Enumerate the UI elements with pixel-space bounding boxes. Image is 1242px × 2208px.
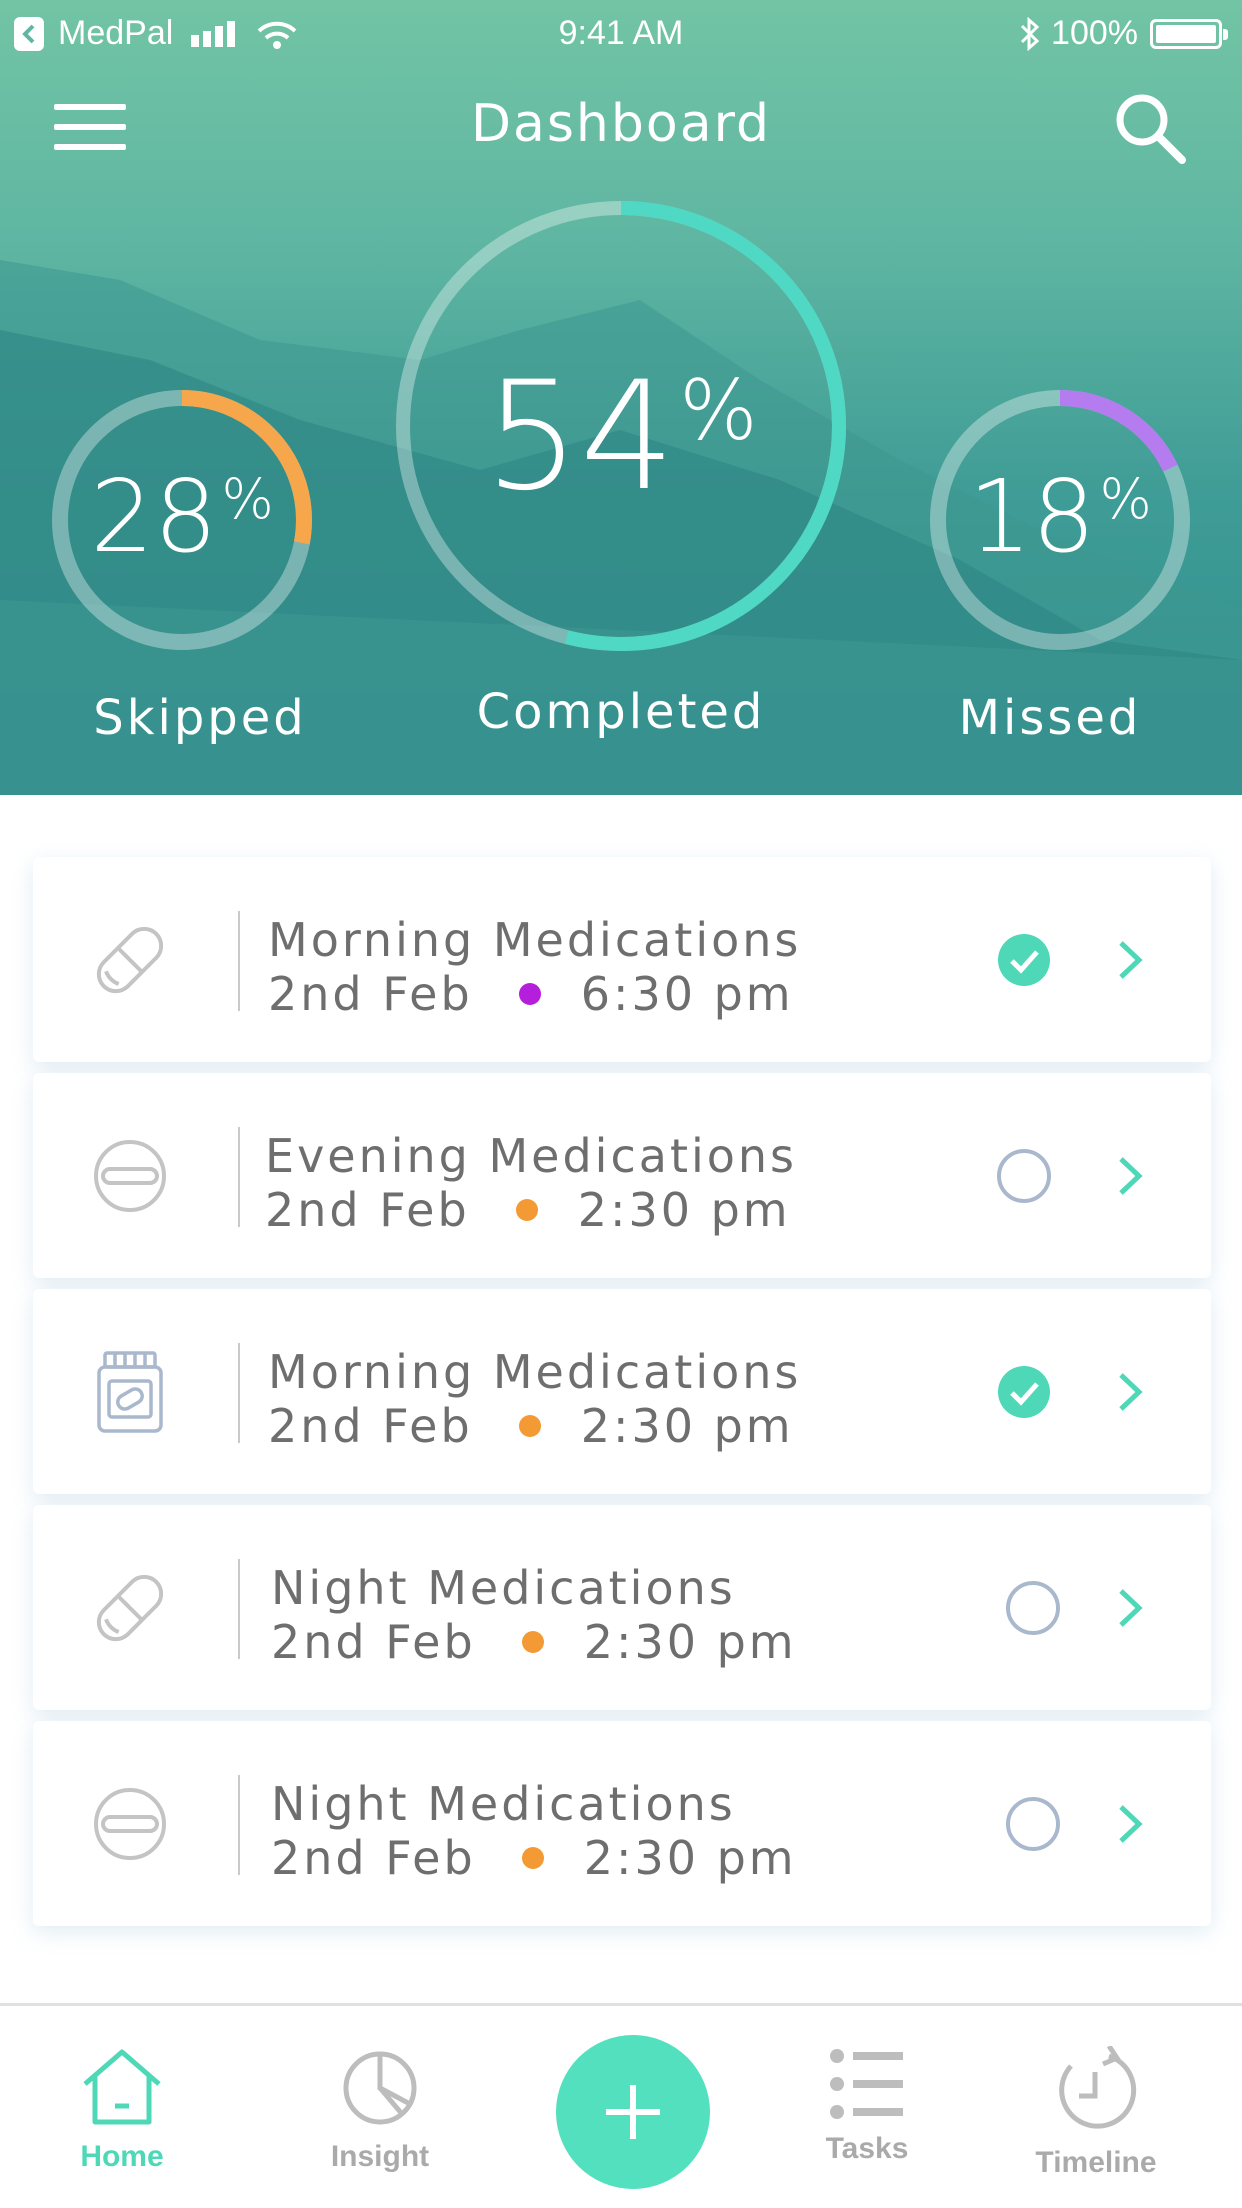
medication-title: Morning Medications	[268, 913, 802, 967]
medication-card[interactable]: Night Medications 2nd Feb 2:30 pm	[33, 1505, 1211, 1710]
missed-stat-ring[interactable]: 18%	[928, 388, 1192, 652]
tab-timeline[interactable]: Timeline	[1016, 2046, 1176, 2180]
completed-label: Completed	[476, 684, 766, 740]
dashboard-header: MedPal 9:41 AM 100% Dashboard 28% Skippe…	[0, 0, 1242, 795]
tab-insight-label: Insight	[330, 2140, 430, 2173]
medication-title: Night Medications	[271, 1561, 736, 1615]
completed-stat-ring[interactable]: 54%	[395, 200, 847, 652]
tab-tasks-label: Tasks	[825, 2132, 909, 2165]
schedule-dot	[515, 1199, 538, 1221]
skipped-percent: 28%	[90, 458, 274, 575]
add-medication-button[interactable]	[556, 2035, 710, 2189]
tab-insight[interactable]: Insight	[300, 2046, 460, 2174]
medication-title: Evening Medications	[265, 1129, 798, 1183]
completed-check-icon[interactable]	[996, 1364, 1052, 1420]
medication-date: 2nd Feb	[268, 967, 473, 1021]
tablet-icon	[94, 1788, 166, 1860]
plus-icon	[606, 2085, 660, 2139]
medication-card[interactable]: Morning Medications 2nd Feb 6:30 pm	[33, 857, 1211, 1062]
chevron-right-icon[interactable]	[1113, 1369, 1149, 1415]
nav-bar: Dashboard	[0, 80, 1242, 170]
tablet-icon	[94, 1140, 166, 1212]
bluetooth-icon	[1020, 16, 1040, 51]
medication-time: 2:30 pm	[577, 1183, 791, 1237]
home-icon	[83, 2049, 161, 2125]
completed-check-icon[interactable]	[996, 932, 1052, 988]
chevron-right-icon[interactable]	[1113, 1585, 1149, 1631]
tab-home-label: Home	[80, 2140, 164, 2173]
schedule-dot	[521, 1631, 544, 1653]
medication-card[interactable]: Night Medications 2nd Feb 2:30 pm	[33, 1721, 1211, 1926]
search-icon[interactable]	[1110, 88, 1190, 168]
schedule-dot	[518, 1415, 541, 1437]
skipped-stat-ring[interactable]: 28%	[50, 388, 314, 652]
medication-time: 6:30 pm	[580, 967, 794, 1021]
status-bar: MedPal 9:41 AM 100%	[0, 0, 1242, 66]
missed-label: Missed	[958, 690, 1142, 746]
missed-percent: 18%	[968, 458, 1152, 575]
pie-chart-icon	[343, 2051, 417, 2125]
pending-circle-icon[interactable]	[1005, 1796, 1061, 1852]
tab-tasks[interactable]: Tasks	[787, 2046, 947, 2166]
skipped-label: Skipped	[93, 690, 307, 746]
chevron-right-icon[interactable]	[1113, 1153, 1149, 1199]
chevron-right-icon[interactable]	[1113, 937, 1149, 983]
medication-date: 2nd Feb	[271, 1615, 476, 1669]
pill-capsule-icon	[96, 926, 164, 994]
medication-time: 2:30 pm	[583, 1831, 797, 1885]
page-title: Dashboard	[470, 94, 772, 154]
schedule-dot	[518, 983, 541, 1005]
chevron-right-icon[interactable]	[1113, 1801, 1149, 1847]
medication-title: Night Medications	[271, 1777, 736, 1831]
medication-card[interactable]: Morning Medications 2nd Feb 2:30 pm	[33, 1289, 1211, 1494]
battery-icon	[1150, 18, 1228, 49]
medication-date: 2nd Feb	[271, 1831, 476, 1885]
schedule-dot	[521, 1847, 544, 1869]
medication-card[interactable]: Evening Medications 2nd Feb 2:30 pm	[33, 1073, 1211, 1278]
medication-date: 2nd Feb	[265, 1183, 470, 1237]
pill-capsule-icon	[96, 1574, 164, 1642]
medication-list: Morning Medications 2nd Feb 6:30 pm Even…	[33, 857, 1211, 1937]
pending-circle-icon[interactable]	[1005, 1580, 1061, 1636]
medication-time: 2:30 pm	[583, 1615, 797, 1669]
history-clock-icon	[1059, 2046, 1137, 2129]
list-icon	[830, 2049, 903, 2119]
completed-percent: 54%	[484, 350, 758, 524]
pill-bottle-icon	[97, 1351, 163, 1433]
medication-time: 2:30 pm	[580, 1399, 794, 1453]
medication-title: Morning Medications	[268, 1345, 802, 1399]
tab-timeline-label: Timeline	[1035, 2146, 1157, 2179]
bottom-tab-bar: Home Insight Tasks Timeline	[0, 2003, 1242, 2208]
battery-percent: 100%	[1051, 14, 1138, 52]
pending-circle-icon[interactable]	[996, 1148, 1052, 1204]
tab-home[interactable]: Home	[42, 2046, 202, 2174]
medication-date: 2nd Feb	[268, 1399, 473, 1453]
